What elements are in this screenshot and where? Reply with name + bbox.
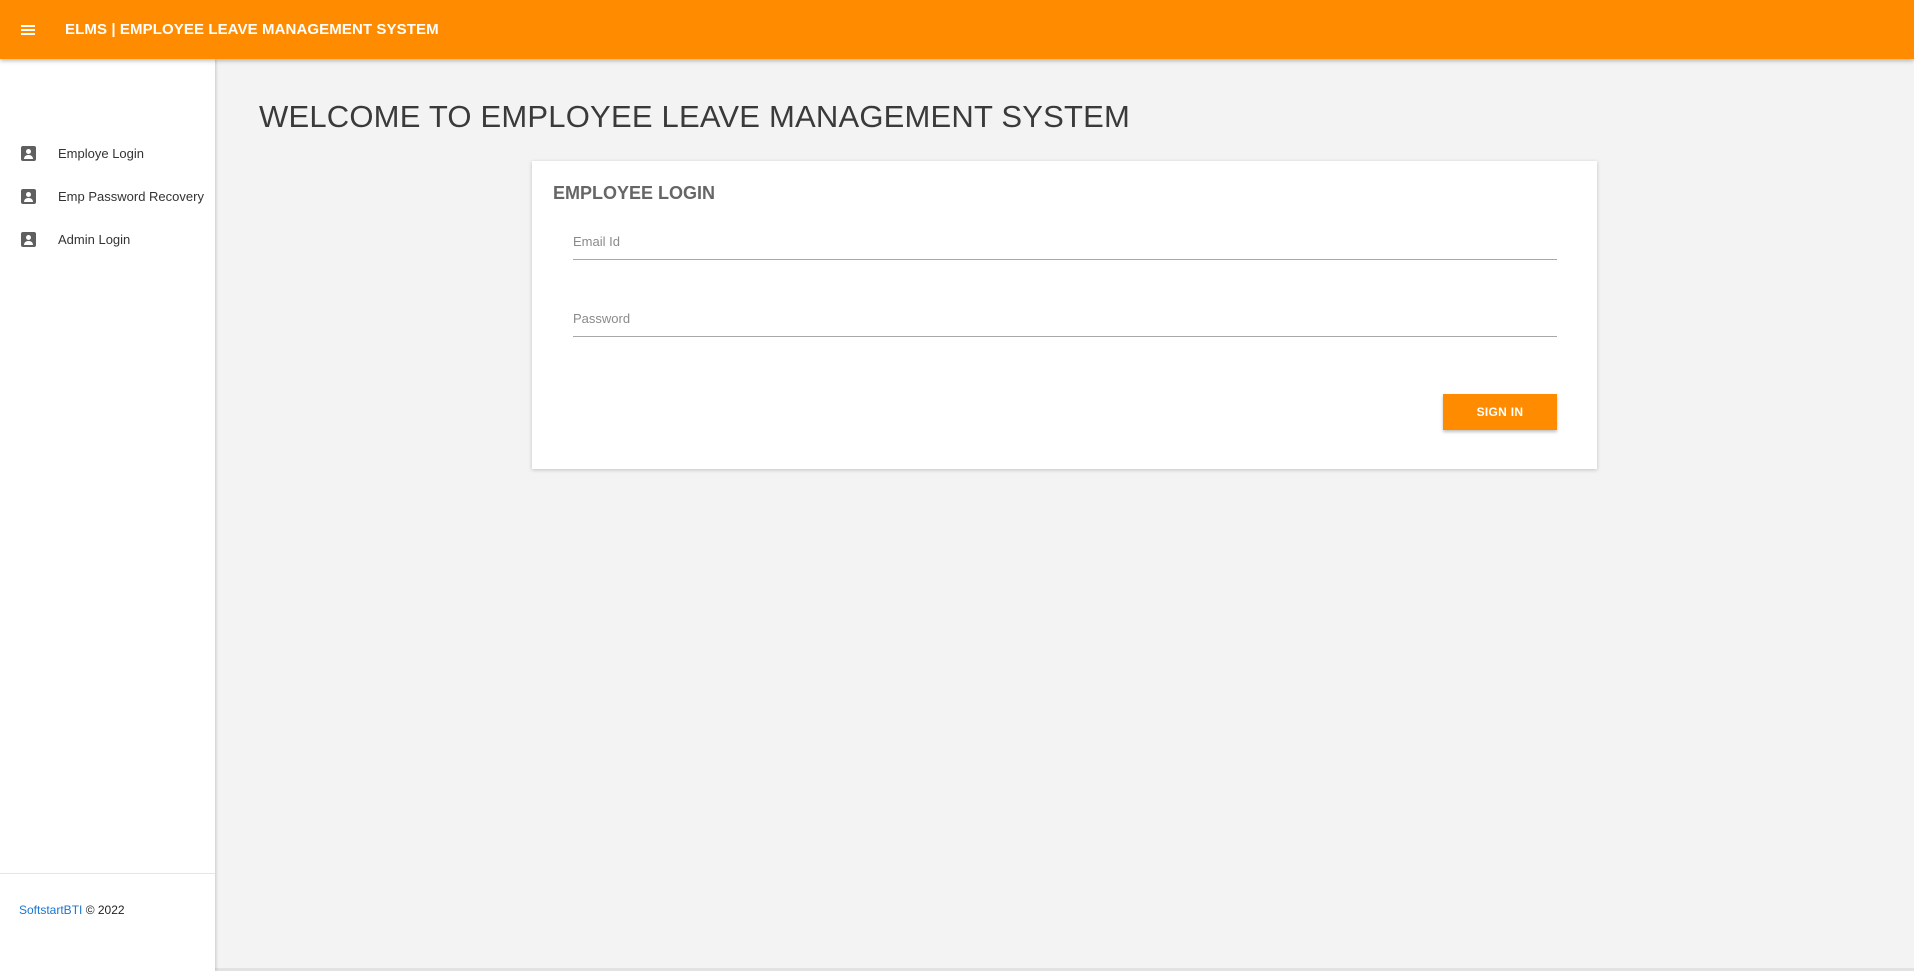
hamburger-menu-icon: [21, 24, 35, 36]
sidebar-item-emp-password-recovery[interactable]: Emp Password Recovery: [0, 175, 215, 218]
sidebar-item-employe-login[interactable]: Employe Login: [0, 132, 215, 175]
sidebar-item-label: Admin Login: [58, 232, 131, 247]
sidebar-nav: Employe Login Emp Password Recovery Admi…: [0, 132, 215, 261]
hamburger-menu-button[interactable]: [0, 0, 56, 59]
password-field[interactable]: [573, 301, 1557, 337]
card-title: EMPLOYEE LOGIN: [553, 183, 716, 203]
sidebar-item-label: Emp Password Recovery: [58, 189, 204, 204]
sidebar-footer: SoftstartBTI © 2022: [0, 873, 215, 971]
sidebar: Employe Login Emp Password Recovery Admi…: [0, 59, 215, 971]
email-field[interactable]: [573, 224, 1557, 260]
account-box-icon: [21, 146, 36, 161]
main-content: WELCOME TO EMPLOYEE LEAVE MANAGEMENT SYS…: [215, 59, 1914, 971]
page-title: WELCOME TO EMPLOYEE LEAVE MANAGEMENT SYS…: [259, 99, 1131, 134]
top-app-bar: ELMS | EMPLOYEE LEAVE MANAGEMENT SYSTEM: [0, 0, 1914, 59]
sidebar-item-label: Employe Login: [58, 146, 144, 161]
sign-in-button[interactable]: SIGN IN: [1443, 394, 1557, 430]
account-box-icon: [21, 232, 36, 247]
copyright-text: © 2022: [82, 903, 125, 917]
app-title: ELMS | EMPLOYEE LEAVE MANAGEMENT SYSTEM: [65, 21, 439, 38]
login-card: EMPLOYEE LOGIN SIGN IN: [532, 161, 1597, 469]
sidebar-item-admin-login[interactable]: Admin Login: [0, 218, 215, 261]
account-box-icon: [21, 189, 36, 204]
footer-link[interactable]: SoftstartBTI: [19, 903, 82, 917]
